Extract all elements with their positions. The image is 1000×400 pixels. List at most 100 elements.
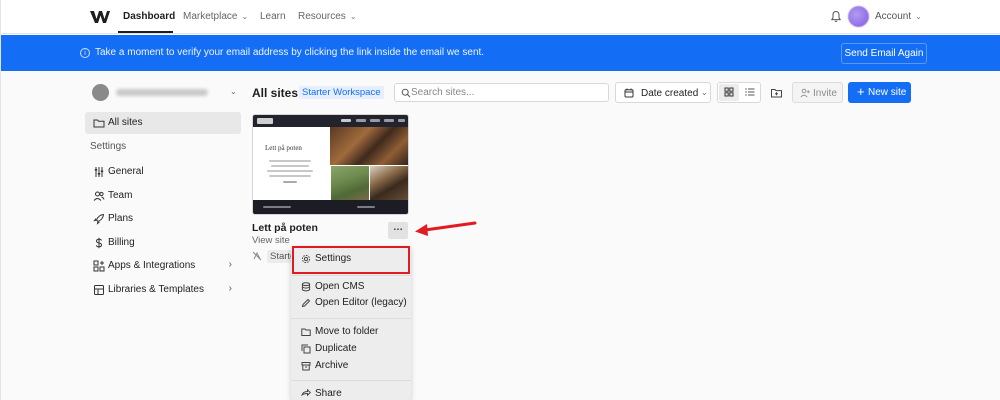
- folder-plus-icon: [771, 89, 782, 98]
- chevron-down-icon: ⌄: [349, 12, 357, 21]
- folder-icon: [301, 328, 311, 336]
- nav-marketplace[interactable]: Marketplace ⌄: [183, 11, 248, 22]
- sidebar-item-libraries-templates[interactable]: Libraries & Templates ›: [85, 279, 241, 301]
- verify-email-banner: i Take a moment to verify your email add…: [1, 35, 1000, 71]
- plus-icon: +: [857, 84, 865, 99]
- nav-learn[interactable]: Learn: [260, 11, 286, 22]
- site-name[interactable]: Lett på poten: [252, 222, 318, 234]
- sliders-icon: [94, 167, 104, 177]
- folder-icon: [93, 119, 105, 128]
- thumbnail-title: Lett på poten: [265, 144, 302, 152]
- menu-divider: [291, 380, 411, 381]
- thumbnail-logo: [257, 118, 273, 124]
- users-icon: [93, 191, 105, 201]
- chevron-right-icon: ›: [228, 283, 232, 294]
- sort-dropdown[interactable]: Date created ⌄: [615, 82, 711, 103]
- workspace-plan-badge[interactable]: Starter Workspace: [299, 86, 384, 99]
- menu-item-duplicate[interactable]: Duplicate: [291, 341, 411, 357]
- banner-message: Take a moment to verify your email addre…: [95, 47, 485, 58]
- menu-divider: [291, 275, 411, 276]
- menu-item-open-cms[interactable]: Open CMS: [291, 279, 411, 295]
- sidebar-item-billing[interactable]: Billing: [85, 232, 241, 254]
- search-icon: [401, 88, 411, 98]
- menu-item-label: Move to folder: [315, 326, 379, 337]
- thumbnail-nav-link: [370, 119, 380, 122]
- site-more-options-button[interactable]: …: [388, 222, 408, 239]
- grid-view-button[interactable]: [719, 84, 739, 101]
- share-icon: [301, 389, 311, 397]
- send-email-again-button[interactable]: Send Email Again: [841, 43, 927, 64]
- sidebar-item-label: General: [108, 166, 144, 177]
- site-plan-badge: Starter: [267, 250, 293, 263]
- sidebar-item-label: Billing: [108, 237, 135, 248]
- thumbnail-nav-link: [384, 119, 394, 122]
- chevron-down-icon: ⌄: [241, 12, 249, 21]
- thumbnail-text-line: [271, 165, 309, 167]
- pencil-icon: [301, 298, 311, 308]
- sidebar-item-label: Libraries & Templates: [108, 284, 204, 295]
- chevron-right-icon: ›: [228, 259, 232, 270]
- page-title: All sites: [252, 86, 299, 100]
- new-site-label: New site: [868, 87, 907, 98]
- thumbnail-footer: [253, 200, 408, 214]
- thumbnail-photo-person: [370, 166, 408, 200]
- unpublished-icon: [252, 251, 262, 261]
- workspace-switcher[interactable]: ⌄: [92, 83, 242, 103]
- sidebar-item-plans[interactable]: Plans: [85, 208, 241, 230]
- list-view-button[interactable]: [740, 84, 760, 101]
- grid-plus-icon: [93, 260, 105, 272]
- menu-divider: [291, 318, 411, 319]
- workspace-name-redacted: [116, 89, 208, 96]
- dollar-icon: [95, 237, 103, 249]
- workspace-logo: [92, 84, 109, 101]
- thumbnail-footer-line: [357, 206, 375, 208]
- menu-item-move-to-folder[interactable]: Move to folder: [291, 324, 411, 340]
- menu-item-label: Open Editor (legacy): [315, 297, 407, 308]
- invite-button[interactable]: Invite: [792, 82, 843, 103]
- search-input[interactable]: [411, 85, 601, 100]
- new-folder-button[interactable]: [767, 83, 785, 102]
- settings-heading: Settings: [90, 141, 127, 152]
- info-icon: i: [80, 48, 90, 58]
- thumbnail-text-line: [283, 181, 297, 183]
- chevron-down-icon: ⌄: [915, 12, 922, 21]
- nav-dashboard[interactable]: Dashboard: [123, 11, 175, 22]
- menu-item-label: Duplicate: [315, 343, 357, 354]
- library-icon: [94, 285, 104, 295]
- sidebar-item-apps-integrations[interactable]: Apps & Integrations ›: [85, 255, 241, 277]
- grid-icon: [724, 87, 734, 97]
- top-navigation: Dashboard Marketplace ⌄ Learn Resources ⌄ …: [1, 0, 1000, 34]
- sort-label: Date created: [641, 88, 699, 99]
- menu-item-archive[interactable]: Archive: [291, 358, 411, 374]
- search-field[interactable]: [394, 83, 609, 102]
- thumbnail-photo-dogs: [330, 127, 408, 165]
- calendar-icon: [624, 88, 634, 98]
- sidebar-item-all-sites[interactable]: All sites: [85, 112, 241, 134]
- thumbnail-text-line: [269, 160, 311, 162]
- nav-resources[interactable]: Resources ⌄: [298, 11, 357, 22]
- annotation-highlight-box: [292, 246, 410, 274]
- user-plus-icon: [800, 88, 810, 98]
- sidebar-item-team[interactable]: Team: [85, 185, 241, 207]
- list-icon: [745, 88, 755, 96]
- bell-icon[interactable]: [830, 10, 842, 23]
- app-frame: Dashboard Marketplace ⌄ Learn Resources ⌄ …: [0, 0, 1000, 400]
- avatar[interactable]: [848, 6, 869, 27]
- chevron-down-icon: ⌄: [230, 87, 237, 96]
- sidebar-item-label: Team: [108, 190, 133, 201]
- sidebar-item-general[interactable]: General: [85, 161, 241, 183]
- site-thumbnail[interactable]: Lett på poten: [252, 114, 409, 215]
- chevron-down-icon: ⌄: [701, 88, 708, 97]
- account-menu[interactable]: Account ⌄: [875, 11, 922, 22]
- invite-label: Invite: [813, 88, 837, 99]
- menu-item-label: Archive: [315, 360, 349, 371]
- active-tab-indicator: [118, 31, 173, 33]
- view-site-link[interactable]: View site: [252, 235, 290, 246]
- copy-icon: [301, 344, 311, 354]
- webflow-logo-icon[interactable]: [90, 10, 110, 24]
- menu-item-open-editor[interactable]: Open Editor (legacy): [291, 295, 411, 311]
- menu-item-label: Open CMS: [315, 281, 365, 292]
- thumbnail-navbar: [253, 115, 408, 127]
- menu-item-share[interactable]: Share: [291, 386, 411, 400]
- new-site-button[interactable]: + New site: [848, 82, 911, 103]
